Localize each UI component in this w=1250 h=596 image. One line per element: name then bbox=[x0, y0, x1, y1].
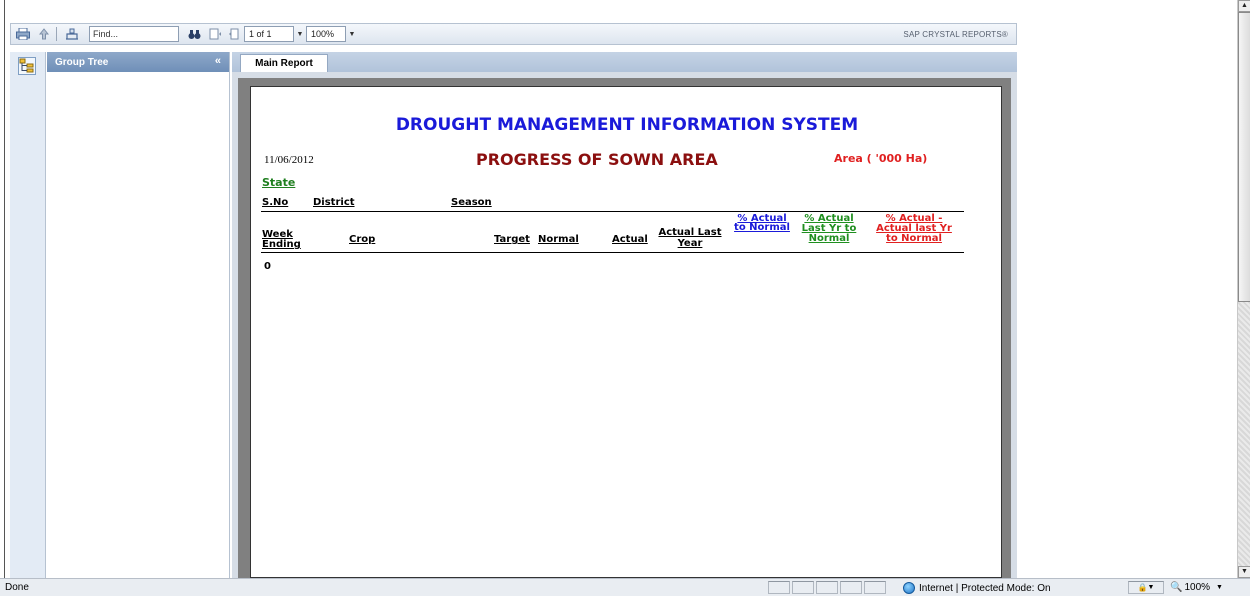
pct-actual-last-yr-header-line3: Normal bbox=[808, 233, 850, 244]
chevron-down-icon: ▼ bbox=[1216, 584, 1223, 591]
panel-toggle-column bbox=[10, 52, 46, 578]
normal-header: Normal bbox=[538, 234, 579, 245]
binoculars-icon[interactable] bbox=[185, 26, 203, 42]
collapse-panel-button[interactable]: « bbox=[215, 55, 221, 67]
report-toolbar: Find... 1 of 1 ▼ 100% ▼ SAP CRYSTAL REPO… bbox=[10, 23, 1017, 45]
header-rule-bottom bbox=[261, 252, 964, 253]
security-zone[interactable]: Internet | Protected Mode: On bbox=[903, 582, 1051, 594]
header-rule-top bbox=[261, 211, 964, 212]
tab-strip: Main Report bbox=[232, 52, 1017, 72]
actual-last-year-header-line1: Actual Last bbox=[658, 227, 722, 238]
globe-icon bbox=[903, 582, 915, 594]
tab-main-report[interactable]: Main Report bbox=[240, 54, 328, 72]
group-tree-header: Group Tree « bbox=[47, 52, 229, 72]
first-page-icon[interactable] bbox=[206, 26, 224, 42]
print-icon[interactable] bbox=[14, 26, 32, 42]
crop-header: Crop bbox=[349, 234, 376, 245]
browser-window: Find... 1 of 1 ▼ 100% ▼ SAP CRYSTAL REPO… bbox=[0, 0, 1250, 596]
zoom-magnifier-icon: 🔍 bbox=[1170, 582, 1183, 593]
area-unit-label: Area ( '000 Ha) bbox=[834, 152, 928, 165]
sno-header: S.No bbox=[262, 197, 289, 208]
actual-header: Actual bbox=[612, 234, 648, 245]
pct-diff-header-line3: to Normal bbox=[886, 233, 942, 244]
zoom-select[interactable]: 100% bbox=[306, 26, 346, 42]
previous-page-icon[interactable] bbox=[224, 26, 242, 42]
group-tree-title: Group Tree bbox=[55, 56, 109, 68]
status-cell bbox=[792, 581, 814, 594]
zoom-level-label: 100% bbox=[1184, 582, 1211, 593]
find-input[interactable]: Find... bbox=[89, 26, 179, 42]
first-row-value: 0 bbox=[264, 261, 271, 272]
pct-actual-normal-header-line2: to Normal bbox=[734, 222, 790, 233]
page-dropdown-icon[interactable]: ▼ bbox=[294, 26, 306, 42]
scroll-down-icon[interactable]: ▼ bbox=[1238, 566, 1250, 578]
report-subtitle: PROGRESS OF SOWN AREA bbox=[476, 150, 718, 169]
scroll-thumb[interactable] bbox=[1238, 12, 1250, 302]
window-edge bbox=[4, 0, 5, 578]
up-arrow-icon[interactable] bbox=[35, 26, 53, 42]
status-cell bbox=[768, 581, 790, 594]
actual-last-year-header-line2: Year bbox=[677, 238, 703, 249]
district-header: District bbox=[313, 197, 355, 208]
export-icon[interactable] bbox=[63, 26, 81, 42]
zoom-control[interactable]: 🔍 100% ▼ bbox=[1170, 582, 1223, 593]
target-header: Target bbox=[494, 234, 530, 245]
state-group-label: State bbox=[262, 176, 296, 189]
brand-label: SAP CRYSTAL REPORTS® bbox=[903, 29, 1008, 39]
vertical-scrollbar[interactable]: ▲ ▼ bbox=[1237, 0, 1250, 578]
page-number-input[interactable]: 1 of 1 bbox=[244, 26, 294, 42]
security-zone-label: Internet | Protected Mode: On bbox=[919, 582, 1051, 594]
group-tree-toggle-icon[interactable] bbox=[18, 57, 36, 75]
lock-icon: 🔒 bbox=[1137, 583, 1148, 592]
chevron-down-icon: ▼ bbox=[1147, 584, 1155, 591]
status-bar: Done Internet | Protected Mode: On 🔒 ▼ 🔍 … bbox=[0, 578, 1250, 596]
report-date: 11/06/2012 bbox=[264, 154, 314, 166]
status-cell bbox=[840, 581, 862, 594]
zoom-dropdown-icon[interactable]: ▼ bbox=[346, 26, 358, 42]
report-viewport[interactable]: DROUGHT MANAGEMENT INFORMATION SYSTEM 11… bbox=[238, 78, 1011, 578]
scroll-up-icon[interactable]: ▲ bbox=[1238, 0, 1250, 12]
status-cell bbox=[864, 581, 886, 594]
season-header: Season bbox=[451, 197, 492, 208]
protected-mode-menu[interactable]: 🔒 ▼ bbox=[1128, 581, 1164, 594]
toolbar-separator bbox=[56, 27, 57, 41]
status-cell bbox=[816, 581, 838, 594]
report-page: DROUGHT MANAGEMENT INFORMATION SYSTEM 11… bbox=[250, 86, 1002, 578]
status-text: Done bbox=[5, 582, 29, 593]
report-main-area: Main Report DROUGHT MANAGEMENT INFORMATI… bbox=[232, 52, 1017, 578]
week-ending-header-line2: Ending bbox=[262, 239, 301, 250]
group-tree-panel: Group Tree « bbox=[47, 52, 230, 578]
report-title: DROUGHT MANAGEMENT INFORMATION SYSTEM bbox=[395, 115, 859, 135]
